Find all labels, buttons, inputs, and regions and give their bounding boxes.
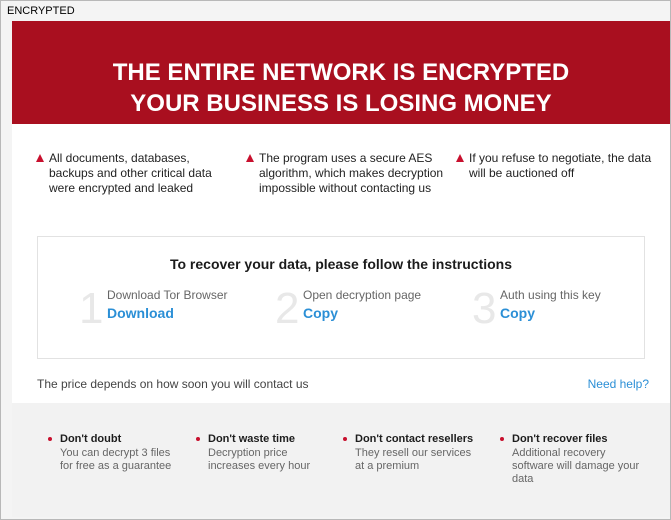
app-window: ENCRYPTED THE ENTIRE NETWORK IS ENCRYPTE… [0, 0, 671, 520]
tips-footer: Don't doubt You can decrypt 3 files for … [12, 403, 670, 517]
step-auth-key: 3 Auth using this key Copy [472, 285, 642, 335]
warning-item: All documents, databases, backups and ot… [36, 151, 232, 196]
instructions-panel: To recover your data, please follow the … [37, 236, 645, 359]
main-content: THE ENTIRE NETWORK IS ENCRYPTED YOUR BUS… [12, 21, 670, 517]
bullet-icon [500, 437, 504, 441]
download-link[interactable]: Download [107, 305, 174, 321]
need-help-link[interactable]: Need help? [588, 377, 649, 391]
tip-description: Decryption price increases every hour [208, 447, 311, 472]
step-number: 2 [275, 284, 300, 333]
tip-title: Don't doubt [60, 433, 122, 445]
tip-title: Don't recover files [512, 433, 608, 445]
step-number: 1 [79, 284, 104, 333]
tip-item: Don't doubt You can decrypt 3 files for … [48, 433, 178, 473]
warning-triangle-icon [456, 154, 464, 162]
warning-text: The program uses a secure AES algorithm,… [259, 151, 444, 195]
step-open-decryption-page: 2 Open decryption page Copy [275, 285, 445, 335]
tip-title: Don't waste time [208, 433, 295, 445]
warning-triangle-icon [36, 154, 44, 162]
warning-triangle-icon [246, 154, 254, 162]
warning-item: If you refuse to negotiate, the data wil… [456, 151, 656, 181]
copy-key-link[interactable]: Copy [500, 305, 535, 321]
tip-description: You can decrypt 3 files for free as a gu… [60, 447, 172, 472]
bullet-icon [343, 437, 347, 441]
warning-text: All documents, databases, backups and ot… [49, 151, 212, 195]
header-banner: THE ENTIRE NETWORK IS ENCRYPTED YOUR BUS… [12, 21, 670, 124]
step-label: Download Tor Browser [107, 288, 228, 302]
banner-headline-1: THE ENTIRE NETWORK IS ENCRYPTED [112, 59, 570, 86]
step-download-tor: 1 Download Tor Browser Download [79, 285, 249, 335]
copy-url-link[interactable]: Copy [303, 305, 338, 321]
tip-description: Additional recovery software will damage… [512, 447, 640, 485]
tip-item: Don't waste time Decryption price increa… [196, 433, 331, 473]
tip-item: Don't recover files Additional recovery … [500, 433, 650, 486]
price-notice: The price depends on how soon you will c… [37, 377, 309, 391]
bullet-icon [196, 437, 200, 441]
warning-text: If you refuse to negotiate, the data wil… [469, 151, 652, 180]
window-title: ENCRYPTED [7, 5, 75, 17]
warning-item: The program uses a secure AES algorithm,… [246, 151, 446, 196]
banner-headline-2: YOUR BUSINESS IS LOSING MONEY [130, 90, 552, 117]
step-label: Auth using this key [500, 288, 601, 302]
tip-description: They resell our services at a premium [355, 447, 472, 472]
step-number: 3 [472, 284, 497, 333]
step-label: Open decryption page [303, 288, 422, 302]
tip-item: Don't contact resellers They resell our … [343, 433, 478, 473]
bullet-icon [48, 437, 52, 441]
instructions-heading: To recover your data, please follow the … [169, 256, 513, 272]
tip-title: Don't contact resellers [355, 433, 474, 445]
